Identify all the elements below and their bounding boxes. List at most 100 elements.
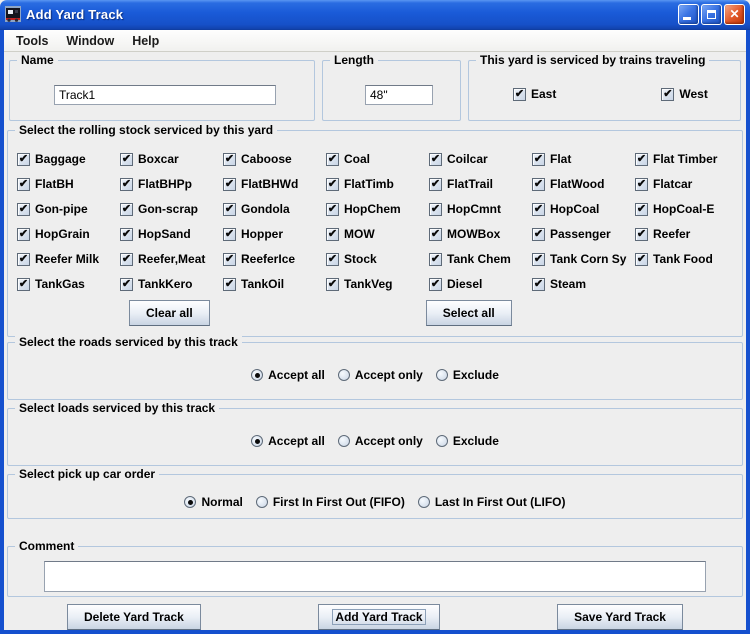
radio-accept-all[interactable]: Accept all <box>251 434 325 448</box>
menu-tools[interactable]: Tools <box>7 32 57 50</box>
minimize-button[interactable] <box>678 4 699 25</box>
select-all-button[interactable]: Select all <box>426 300 512 326</box>
track-name-input[interactable] <box>54 85 276 105</box>
checkbox-label: FlatWood <box>550 177 604 191</box>
track-length-input[interactable] <box>365 85 433 105</box>
rolling-stock-checkbox-flatwood[interactable]: ✔ FlatWood <box>532 177 635 191</box>
name-group: Name <box>9 60 315 121</box>
radio-last-in-first-out-lifo[interactable]: Last In First Out (LIFO) <box>418 495 566 509</box>
direction-checkbox-west[interactable]: ✔West <box>661 87 707 101</box>
radio-first-in-first-out-fifo[interactable]: First In First Out (FIFO) <box>256 495 405 509</box>
checkbox-icon: ✔ <box>532 228 545 241</box>
checkbox-icon: ✔ <box>223 203 236 216</box>
checkbox-icon: ✔ <box>120 153 133 166</box>
checkbox-icon: ✔ <box>532 178 545 191</box>
rolling-stock-checkbox-boxcar[interactable]: ✔Boxcar <box>120 152 223 166</box>
rolling-stock-checkbox-baggage[interactable]: ✔Baggage <box>17 152 120 166</box>
rolling-stock-checkbox-reefer-milk[interactable]: ✔Reefer Milk <box>17 252 120 266</box>
close-button[interactable]: ✕ <box>724 4 745 25</box>
rolling-stock-checkbox-flat-timber[interactable]: ✔Flat Timber <box>635 152 738 166</box>
rolling-stock-checkbox-flatcar[interactable]: ✔Flatcar <box>635 177 738 191</box>
rolling-stock-checkbox-tankgas[interactable]: ✔TankGas <box>17 277 120 291</box>
rolling-stock-checkbox-gon-pipe[interactable]: ✔Gon-pipe <box>17 202 120 216</box>
rolling-stock-checkbox-hopcmnt[interactable]: ✔HopCmnt <box>429 202 532 216</box>
checkbox-icon: ✔ <box>17 228 30 241</box>
rolling-stock-checkbox-flatbhwd[interactable]: ✔FlatBHWd <box>223 177 326 191</box>
rolling-stock-checkbox-gon-scrap[interactable]: ✔Gon-scrap <box>120 202 223 216</box>
rolling-stock-checkbox-tankveg[interactable]: ✔TankVeg <box>326 277 429 291</box>
radio-exclude[interactable]: Exclude <box>436 368 499 382</box>
radio-icon <box>184 496 196 508</box>
save-yard-track-button[interactable]: Save Yard Track <box>557 604 683 630</box>
rolling-stock-checkbox-stock[interactable]: ✔Stock <box>326 252 429 266</box>
pickup-order-group-title: Select pick up car order <box>15 467 159 481</box>
rolling-stock-checkbox-hopcoal-e[interactable]: ✔HopCoal-E <box>635 202 738 216</box>
delete-yard-track-button[interactable]: Delete Yard Track <box>67 604 201 630</box>
rolling-stock-checkbox-passenger[interactable]: ✔Passenger <box>532 227 635 241</box>
rolling-stock-checkbox-diesel[interactable]: ✔Diesel <box>429 277 532 291</box>
menu-window[interactable]: Window <box>57 32 123 50</box>
rolling-stock-checkbox-flatbh[interactable]: ✔FlatBH <box>17 177 120 191</box>
rolling-stock-checkbox-mowbox[interactable]: ✔MOWBox <box>429 227 532 241</box>
rolling-stock-checkbox-coal[interactable]: ✔Coal <box>326 152 429 166</box>
direction-checkbox-east[interactable]: ✔East <box>513 87 556 101</box>
rolling-stock-checkbox-hopchem[interactable]: ✔HopChem <box>326 202 429 216</box>
direction-group: This yard is serviced by trains travelin… <box>468 60 741 121</box>
titlebar[interactable]: Add Yard Track ✕ <box>0 0 750 30</box>
radio-normal[interactable]: Normal <box>184 495 242 509</box>
checkbox-label: Flatcar <box>653 177 692 191</box>
add-yard-track-button[interactable]: Add Yard Track <box>318 604 439 630</box>
rolling-stock-checkbox-tank-food[interactable]: ✔Tank Food <box>635 252 738 266</box>
rolling-stock-checkbox-flattrail[interactable]: ✔FlatTrail <box>429 177 532 191</box>
menu-help[interactable]: Help <box>123 32 168 50</box>
radio-icon <box>338 369 350 381</box>
rolling-stock-checkbox-hopsand[interactable]: ✔HopSand <box>120 227 223 241</box>
radio-icon <box>436 435 448 447</box>
rolling-stock-checkbox-caboose[interactable]: ✔Caboose <box>223 152 326 166</box>
checkbox-icon: ✔ <box>223 278 236 291</box>
rolling-stock-group-title: Select the rolling stock serviced by thi… <box>15 123 277 137</box>
comment-group-title: Comment <box>15 539 78 553</box>
rolling-stock-checkbox-hopcoal[interactable]: ✔ HopCoal <box>532 202 635 216</box>
checkbox-label: MOWBox <box>447 227 500 241</box>
rolling-stock-checkbox-flat[interactable]: ✔Flat <box>532 152 635 166</box>
maximize-icon <box>707 10 716 19</box>
checkbox-icon: ✔ <box>532 203 545 216</box>
rolling-stock-checkbox-reefer-meat[interactable]: ✔Reefer,Meat <box>120 252 223 266</box>
radio-exclude[interactable]: Exclude <box>436 434 499 448</box>
checkbox-icon: ✔ <box>532 153 545 166</box>
rolling-stock-checkbox-tankoil[interactable]: ✔TankOil <box>223 277 326 291</box>
rolling-stock-checkbox-flattimb[interactable]: ✔FlatTimb <box>326 177 429 191</box>
checkbox-label: HopCoal <box>550 202 599 216</box>
clear-all-button[interactable]: Clear all <box>129 300 210 326</box>
rolling-stock-checkbox-reefer[interactable]: ✔Reefer <box>635 227 738 241</box>
checkbox-label: Coal <box>344 152 370 166</box>
radio-accept-all[interactable]: Accept all <box>251 368 325 382</box>
rolling-stock-checkbox-flatbhpp[interactable]: ✔FlatBHPp <box>120 177 223 191</box>
checkbox-icon: ✔ <box>429 178 442 191</box>
rolling-stock-checkbox-mow[interactable]: ✔MOW <box>326 227 429 241</box>
checkbox-label: HopCoal-E <box>653 202 714 216</box>
rolling-stock-checkbox-hopper[interactable]: ✔Hopper <box>223 227 326 241</box>
radio-label: Accept all <box>268 434 325 448</box>
radio-icon <box>418 496 430 508</box>
rolling-stock-checkbox-reeferice[interactable]: ✔ReeferIce <box>223 252 326 266</box>
checkbox-icon: ✔ <box>635 153 648 166</box>
radio-icon <box>338 435 350 447</box>
checkbox-icon: ✔ <box>17 178 30 191</box>
rolling-stock-checkbox-gondola[interactable]: ✔Gondola <box>223 202 326 216</box>
maximize-button[interactable] <box>701 4 722 25</box>
rolling-stock-checkbox-coilcar[interactable]: ✔Coilcar <box>429 152 532 166</box>
rolling-stock-checkbox-tankkero[interactable]: ✔TankKero <box>120 277 223 291</box>
menubar: ToolsWindowHelp <box>4 30 746 52</box>
rolling-stock-checkbox-tank-corn-sy[interactable]: ✔Tank Corn Sy <box>532 252 635 266</box>
radio-accept-only[interactable]: Accept only <box>338 434 423 448</box>
close-icon: ✕ <box>729 8 739 20</box>
rolling-stock-checkbox-tank-chem[interactable]: ✔Tank Chem <box>429 252 532 266</box>
rolling-stock-checkbox-steam[interactable]: ✔Steam <box>532 277 635 291</box>
checkbox-label: West <box>679 87 707 101</box>
rolling-stock-checkbox-hopgrain[interactable]: ✔HopGrain <box>17 227 120 241</box>
checkbox-icon: ✔ <box>17 153 30 166</box>
comment-input[interactable] <box>44 561 706 592</box>
radio-accept-only[interactable]: Accept only <box>338 368 423 382</box>
